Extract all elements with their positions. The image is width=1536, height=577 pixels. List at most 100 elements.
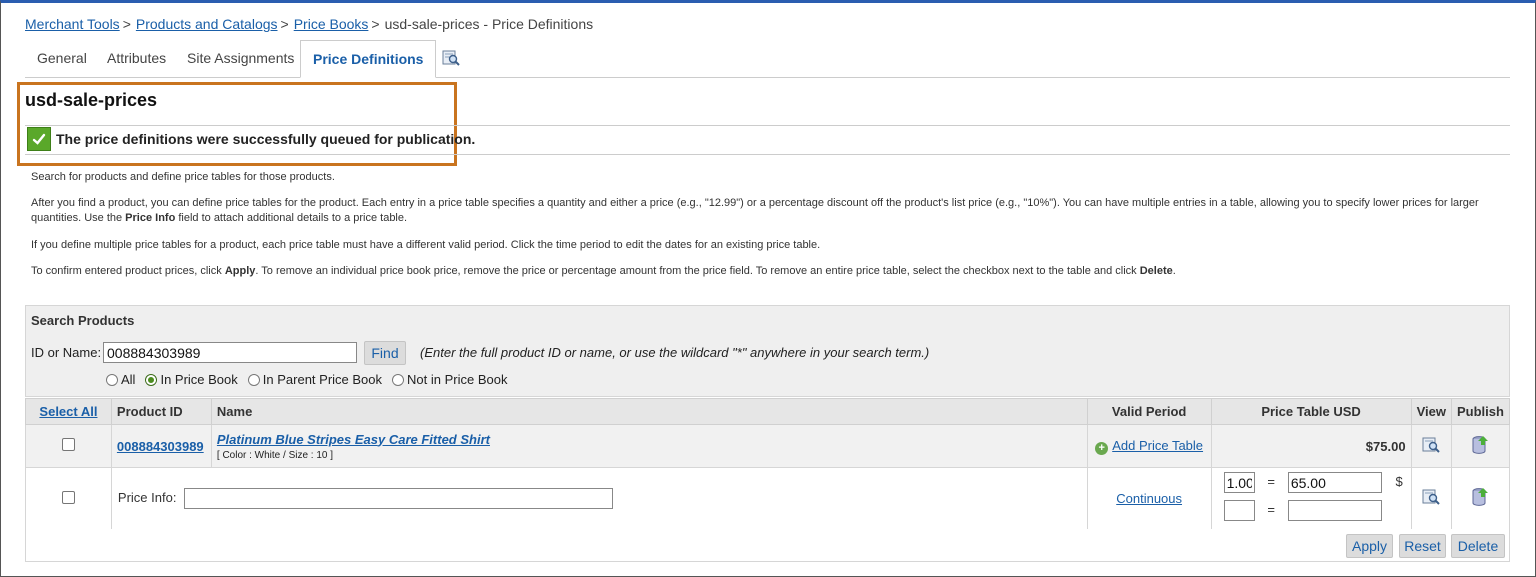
breadcrumb-products-catalogs[interactable]: Products and Catalogs [136, 16, 278, 32]
cell-checkbox [25, 467, 112, 530]
currency-symbol: $ [1395, 473, 1403, 489]
cell-valid-period: Continuous [1086, 467, 1212, 530]
tab-attributes[interactable]: Attributes [95, 40, 178, 78]
search-filter-radios: All In Price Book In Parent Price Book N… [106, 372, 517, 387]
success-message: The price definitions were successfully … [27, 126, 475, 152]
header-price-table: Price Table USD [1210, 398, 1412, 425]
radio-button[interactable] [247, 373, 260, 386]
cell-publish [1450, 467, 1511, 530]
help-bold-apply: Apply [224, 265, 256, 277]
cell-view [1410, 467, 1452, 530]
help-bold-delete: Delete [1139, 265, 1173, 277]
add-price-table-link[interactable]: Add Price Table [1112, 438, 1203, 453]
radio-button[interactable] [392, 373, 405, 386]
quantity-input-2[interactable] [1223, 500, 1255, 521]
header-product-id: Product ID [110, 398, 212, 425]
success-check-icon [27, 127, 51, 151]
table-row-product: 008884303989 Platinum Blue Stripes Easy … [25, 424, 1511, 468]
search-products-panel: Search Products ID or Name: Find (Enter … [25, 305, 1510, 397]
product-checkbox[interactable] [61, 438, 75, 451]
radio-label: In Price Book [160, 372, 238, 387]
delete-button[interactable]: Delete [1451, 534, 1505, 558]
cell-list-price: $75.00 [1210, 424, 1412, 468]
price-input-2[interactable] [1287, 500, 1382, 521]
help-paragraph-2: After you find a product, you can define… [31, 196, 1506, 226]
price-input-1[interactable] [1287, 472, 1382, 493]
radio-button-selected[interactable] [145, 373, 158, 386]
breadcrumb-merchant-tools[interactable]: Merchant Tools [25, 16, 120, 32]
help-paragraph-3: If you define multiple price tables for … [31, 239, 821, 251]
view-icon[interactable] [1422, 489, 1440, 509]
product-id-link[interactable]: 008884303989 [117, 439, 204, 454]
view-icon[interactable] [1422, 437, 1440, 457]
publish-icon[interactable] [1471, 488, 1489, 510]
radio-label: All [121, 372, 136, 387]
product-name-link[interactable]: Platinum Blue Stripes Easy Care Fitted S… [217, 432, 490, 447]
preview-icon[interactable] [442, 49, 460, 72]
radio-all[interactable]: All [106, 372, 135, 387]
price-table-checkbox[interactable] [61, 490, 75, 504]
search-title: Search Products [31, 313, 135, 328]
price-definitions-table: Select All Product ID Name Valid Period … [25, 398, 1511, 530]
radio-label: In Parent Price Book [262, 372, 383, 387]
cell-checkbox [25, 424, 112, 468]
product-variant: [ Color : White / Size : 10 ] [216, 449, 334, 461]
price-info-label: Price Info: [117, 489, 177, 505]
equals-sign: = [1267, 473, 1275, 489]
cell-price-info: Price Info: [110, 467, 1088, 530]
select-all-link[interactable]: Select All [39, 404, 97, 419]
search-input[interactable] [103, 342, 357, 363]
publish-icon[interactable] [1471, 435, 1489, 458]
find-button[interactable]: Find [364, 341, 406, 365]
quantity-input-1[interactable] [1223, 472, 1255, 493]
tab-bar: General Attributes Site Assignments Pric… [25, 40, 1510, 78]
help-text: field to attach additional details to a … [175, 212, 408, 224]
tab-price-definitions[interactable]: Price Definitions [300, 40, 437, 78]
cell-price-entries: = $ = [1210, 467, 1412, 530]
valid-period-link[interactable]: Continuous [1116, 491, 1182, 506]
action-bar: Apply Reset Delete [25, 529, 1510, 562]
breadcrumb-separator: > [371, 16, 380, 32]
price-info-input[interactable] [184, 488, 614, 509]
cell-product-id: 008884303989 [110, 424, 212, 468]
cell-view [1410, 424, 1452, 468]
radio-in-price-book[interactable]: In Price Book [145, 372, 238, 387]
table-row-price-table: Price Info: Continuous = $ = [25, 467, 1511, 530]
radio-in-parent-price-book[interactable]: In Parent Price Book [247, 372, 383, 387]
tab-site-assignments[interactable]: Site Assignments [175, 40, 306, 78]
header-valid-period: Valid Period [1086, 398, 1212, 425]
cell-add-price-table: + Add Price Table [1086, 424, 1212, 468]
apply-button[interactable]: Apply [1346, 534, 1393, 558]
cell-name: Platinum Blue Stripes Easy Care Fitted S… [210, 424, 1088, 468]
header-publish: Publish [1450, 398, 1511, 425]
price-entry-2: = [1223, 500, 1406, 525]
breadcrumb-current: usd-sale-prices - Price Definitions [384, 16, 594, 32]
header-view: View [1410, 398, 1452, 425]
radio-not-in-price-book[interactable]: Not in Price Book [392, 372, 507, 387]
reset-button[interactable]: Reset [1399, 534, 1446, 558]
breadcrumb-separator: > [122, 16, 131, 32]
help-text: To confirm entered product prices, click [31, 265, 225, 277]
cell-publish [1450, 424, 1511, 468]
radio-label: Not in Price Book [407, 372, 508, 387]
success-text: The price definitions were successfully … [56, 131, 476, 147]
divider [25, 154, 1510, 155]
equals-sign: = [1267, 501, 1275, 517]
tab-general[interactable]: General [25, 40, 99, 78]
search-label: ID or Name: [31, 345, 102, 360]
help-text: . To remove an individual price book pri… [255, 265, 1140, 277]
help-text: . [1172, 265, 1176, 277]
header-select-all: Select All [25, 398, 112, 425]
help-bold-price-info: Price Info [125, 212, 176, 224]
help-paragraph-1: Search for products and define price tab… [31, 171, 335, 183]
page-title: usd-sale-prices [25, 90, 158, 110]
search-hint: (Enter the full product ID or name, or u… [420, 345, 930, 360]
breadcrumb: Merchant Tools > Products and Catalogs > Pri… [25, 16, 593, 32]
price-entry-1: = $ [1223, 472, 1406, 497]
breadcrumb-price-books[interactable]: Price Books [294, 16, 369, 32]
help-paragraph-4: To confirm entered product prices, click… [31, 264, 1506, 279]
radio-button[interactable] [106, 373, 118, 386]
add-icon: + [1095, 441, 1109, 455]
breadcrumb-separator: > [280, 16, 289, 32]
table-header-row: Select All Product ID Name Valid Period … [25, 398, 1511, 425]
